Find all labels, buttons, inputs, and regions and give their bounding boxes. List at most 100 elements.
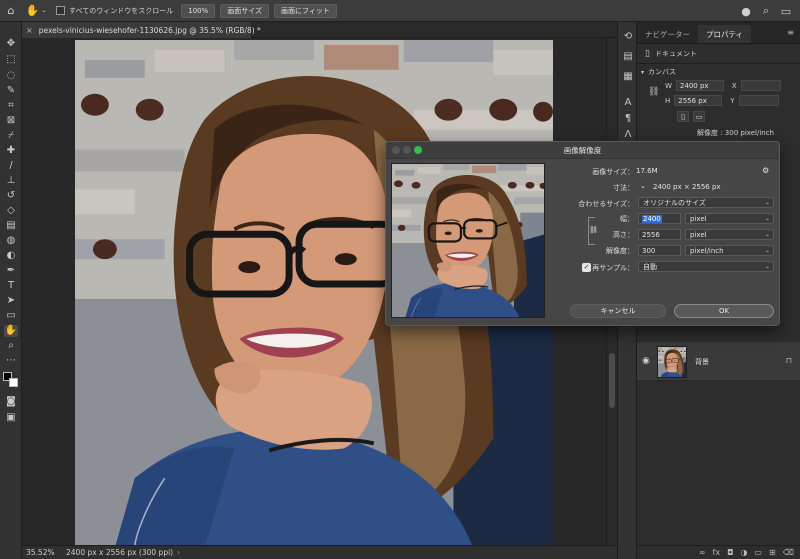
width-unit-select[interactable]: pixel ⌄ xyxy=(685,213,774,224)
width-label: 幅： xyxy=(620,215,634,223)
pen-tool-icon[interactable]: ✒ xyxy=(4,265,18,277)
dimensions-label: 寸法： xyxy=(613,184,634,192)
layer-name[interactable]: 背景 xyxy=(695,357,709,367)
layer-thumbnail xyxy=(657,346,687,378)
layer-row[interactable]: ◉ 背景 ⊓ xyxy=(637,341,800,381)
resample-select[interactable]: 自動 ⌄ xyxy=(638,261,774,272)
character-icon[interactable]: A xyxy=(622,96,634,108)
panel-menu-icon[interactable]: ≡ xyxy=(787,28,794,37)
status-bar: 35.52% 2400 px x 2556 px (300 ppi) › xyxy=(22,545,617,559)
adjustment-icon[interactable]: ◑ xyxy=(740,548,747,557)
resolution-label: 解像度： xyxy=(606,247,634,255)
resample-label: 再サンプル： xyxy=(592,264,634,272)
trash-icon[interactable]: ⌫ xyxy=(783,548,794,557)
image-size-value: 17.6M xyxy=(636,167,658,175)
dialog-preview-image[interactable] xyxy=(391,163,545,318)
search-icon[interactable]: ⌕ xyxy=(756,0,776,22)
image-size-label: 画像サイズ： xyxy=(592,168,634,176)
fx-icon[interactable]: fx xyxy=(713,548,721,557)
height-unit-select[interactable]: pixel ⌄ xyxy=(685,229,774,240)
lasso-tool-icon[interactable]: ◌ xyxy=(4,70,18,82)
healing-brush-tool-icon[interactable]: ✚ xyxy=(4,145,18,157)
layers-footer: ∞ fx ◘ ◑ ▭ ⊞ ⌫ xyxy=(637,545,800,559)
properties-panel-icon[interactable]: ▤ xyxy=(622,50,634,62)
x-label: X xyxy=(731,81,737,90)
eyedropper-tool-icon[interactable]: ⌿ xyxy=(4,130,18,142)
mask-icon[interactable]: ◘ xyxy=(727,548,733,557)
canvas-y-field[interactable] xyxy=(738,95,779,106)
path-selection-tool-icon[interactable]: ➤ xyxy=(4,295,18,307)
clone-stamp-tool-icon[interactable]: ⊥ xyxy=(4,175,18,187)
rectangle-tool-icon[interactable]: ▭ xyxy=(4,310,18,322)
canvas-section-header[interactable]: ▾ カンバス xyxy=(641,67,676,77)
link-dimensions-icon[interactable]: ⛓ xyxy=(648,87,659,97)
width-field[interactable]: 2400 xyxy=(638,213,681,224)
zoom-tool-icon[interactable]: ⌕ xyxy=(4,340,18,352)
scroll-all-windows-checkbox[interactable] xyxy=(56,6,65,15)
hand-tool-icon[interactable]: ✋ xyxy=(4,325,18,337)
gradient-tool-icon[interactable]: ▤ xyxy=(4,220,18,232)
swatches-icon[interactable]: ▦ xyxy=(622,70,634,82)
more-tools-icon[interactable]: ⋯ xyxy=(4,355,18,367)
canvas-x-field[interactable] xyxy=(740,80,781,91)
fit-to-select[interactable]: オリジナルのサイズ ⌄ xyxy=(638,197,774,208)
link-layers-icon[interactable]: ∞ xyxy=(699,548,706,557)
chevron-down-icon[interactable]: ⌄ xyxy=(640,182,646,190)
workspace-icon[interactable]: ▭ xyxy=(776,0,796,22)
scrollbar-thumb[interactable] xyxy=(609,353,615,408)
zoom-100-button[interactable]: 100% xyxy=(181,3,216,18)
document-label: ドキュメント xyxy=(654,50,697,58)
fit-to-label: 合わせるサイズ： xyxy=(578,200,634,208)
background-color-swatch[interactable] xyxy=(9,378,18,387)
quick-select-tool-icon[interactable]: ✎ xyxy=(4,85,18,97)
document-tab[interactable]: × pexels-vinicius-wiesehofer-1130626.jpg… xyxy=(22,22,261,38)
document-tab-title: pexels-vinicius-wiesehofer-1130626.jpg @… xyxy=(38,25,261,35)
options-bar: ⌂ ✋ ⌄ すべてのウィンドウをスクロール 100% 画面サイズ 画面にフィット … xyxy=(0,0,800,22)
landscape-orientation-icon[interactable]: ▭ xyxy=(693,111,705,122)
portrait-orientation-icon[interactable]: ▯ xyxy=(677,111,689,122)
resolution-unit-select[interactable]: pixel/inch ⌄ xyxy=(685,245,774,256)
fit-to-value: オリジナルのサイズ xyxy=(643,198,706,207)
quick-mask-icon[interactable]: ◙ xyxy=(4,396,18,408)
document-tab-bar: × pexels-vinicius-wiesehofer-1130626.jpg… xyxy=(22,22,617,38)
chevron-down-icon: ▾ xyxy=(641,68,645,76)
gear-icon[interactable]: ⚙ xyxy=(762,166,769,175)
brush-tool-icon[interactable]: / xyxy=(4,160,18,172)
frame-tool-icon[interactable]: ⊠ xyxy=(4,115,18,127)
tab-properties[interactable]: プロパティ xyxy=(698,25,752,43)
glyphs-icon[interactable]: Ʌ xyxy=(622,128,634,140)
tools-panel: ✥ ⬚ ◌ ✎ ⌗ ⊠ ⌿ ✚ / ⊥ ↺ ◇ ▤ ◍ ◐ ✒ T ➤ ▭ ✋ … xyxy=(0,22,22,559)
chevron-right-icon[interactable]: › xyxy=(177,548,180,557)
canvas-height-field[interactable]: 2556 px xyxy=(674,95,723,106)
user-icon[interactable]: ● xyxy=(736,0,756,22)
paragraph-icon[interactable]: ¶ xyxy=(622,112,634,124)
type-tool-icon[interactable]: T xyxy=(4,280,18,292)
dialog-title: 画像解像度 xyxy=(563,146,602,155)
height-field[interactable]: 2556 xyxy=(638,229,681,240)
crop-tool-icon[interactable]: ⌗ xyxy=(4,100,18,112)
blur-tool-icon[interactable]: ◍ xyxy=(4,235,18,247)
eye-icon[interactable]: ◉ xyxy=(642,356,650,366)
dodge-tool-icon[interactable]: ◐ xyxy=(4,250,18,262)
cancel-button[interactable]: キャンセル xyxy=(570,304,666,318)
screen-mode-icon[interactable]: ▣ xyxy=(4,412,18,424)
tab-navigator[interactable]: ナビゲーター xyxy=(637,25,698,43)
hand-tool-preset-icon[interactable]: ✋ ⌄ xyxy=(22,0,50,22)
document-header: ▯ ドキュメント xyxy=(645,49,697,59)
history-icon[interactable]: ⟲ xyxy=(622,30,634,42)
canvas-width-field[interactable]: 2400 px xyxy=(675,80,724,91)
move-tool-icon[interactable]: ✥ xyxy=(4,38,18,50)
history-brush-tool-icon[interactable]: ↺ xyxy=(4,190,18,202)
fill-screen-button[interactable]: 画面にフィット xyxy=(274,3,337,18)
marquee-tool-icon[interactable]: ⬚ xyxy=(4,54,18,66)
folder-icon[interactable]: ▭ xyxy=(754,548,762,557)
close-icon[interactable]: × xyxy=(26,26,33,35)
new-layer-icon[interactable]: ⊞ xyxy=(769,548,776,557)
lock-icon: ⊓ xyxy=(785,356,792,365)
home-icon[interactable]: ⌂ xyxy=(0,0,22,22)
zoom-level[interactable]: 35.52% xyxy=(22,548,60,557)
resolution-field[interactable]: 300 xyxy=(638,245,681,256)
fit-screen-button[interactable]: 画面サイズ xyxy=(220,3,270,18)
ok-button[interactable]: OK xyxy=(674,304,774,318)
eraser-tool-icon[interactable]: ◇ xyxy=(4,205,18,217)
